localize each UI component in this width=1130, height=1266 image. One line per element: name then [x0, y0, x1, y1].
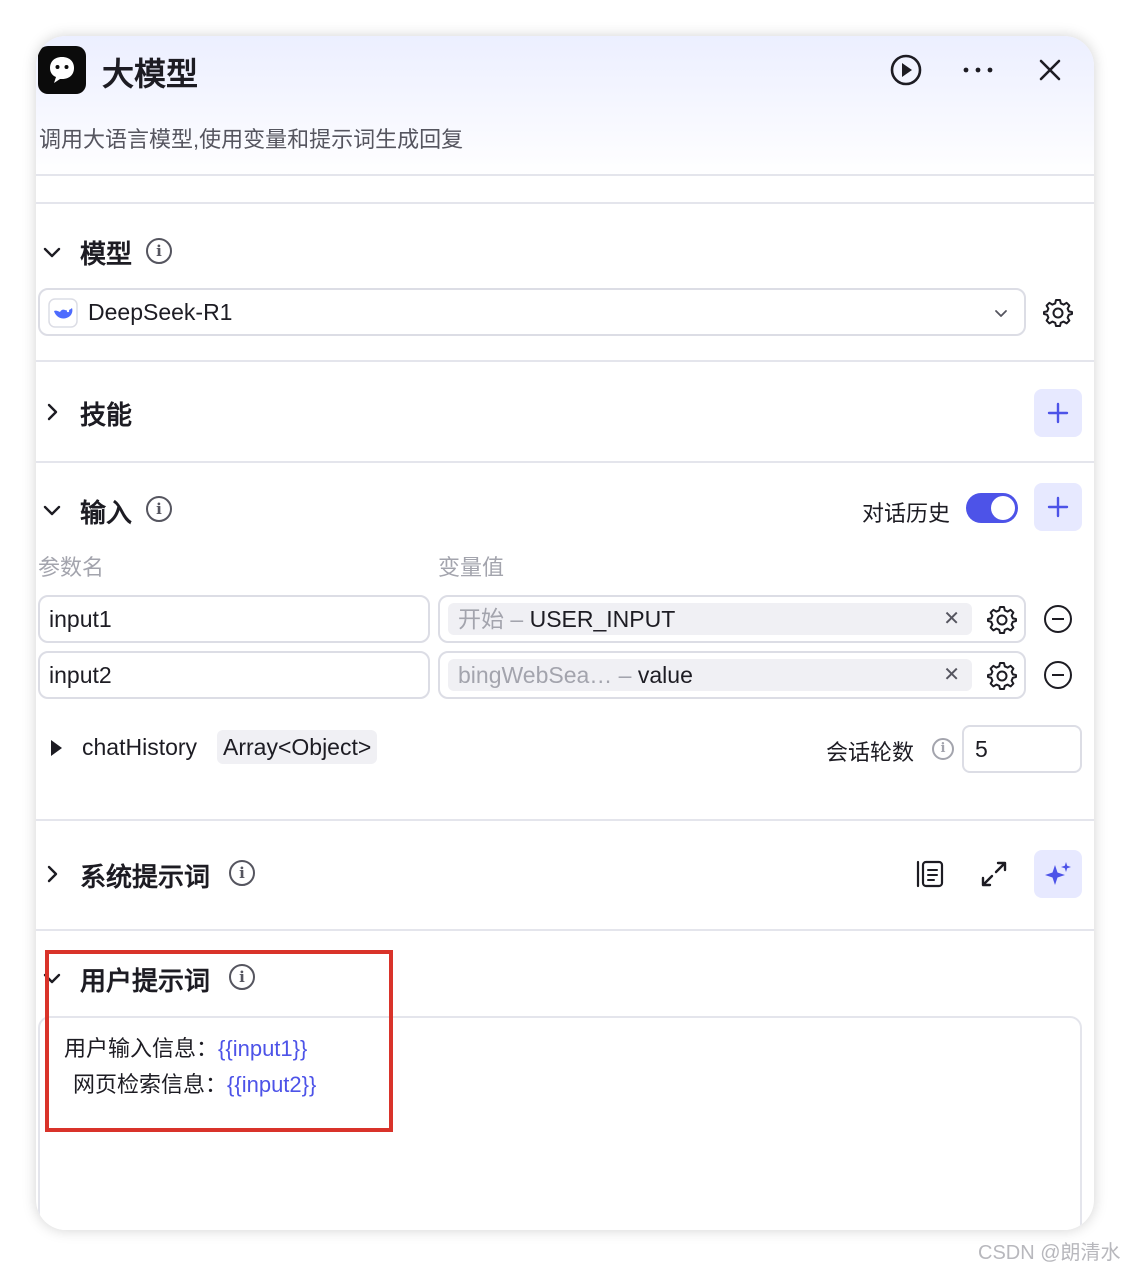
chat-history-param: chatHistory — [82, 734, 198, 760]
ai-optimize-button[interactable] — [1034, 850, 1082, 898]
deepseek-logo-icon — [48, 298, 78, 328]
divider — [36, 174, 1094, 176]
chat-history-type-badge: Array<Object> — [217, 730, 378, 764]
section-title-system-prompt: 系统提示词 — [80, 862, 211, 892]
prompt-library-icon[interactable] — [914, 858, 946, 890]
expand-icon[interactable] — [978, 858, 1010, 890]
variable-settings-gear-icon[interactable] — [987, 660, 1017, 690]
chevron-down-icon — [995, 310, 1007, 317]
info-icon[interactable]: i — [932, 738, 954, 760]
selected-model-label: DeepSeek-R1 — [88, 299, 233, 325]
variable-source: 开始 — [458, 606, 504, 632]
caret-right-icon[interactable] — [48, 738, 64, 758]
variable-settings-gear-icon[interactable] — [987, 604, 1017, 634]
divider — [36, 360, 1094, 362]
remove-input-button[interactable] — [1044, 661, 1072, 689]
variable-tag: 开始 – USER_INPUT ✕ — [448, 603, 972, 635]
llm-node-icon — [38, 46, 86, 94]
variable-value-field[interactable]: 开始 – USER_INPUT ✕ — [438, 595, 1026, 643]
divider — [36, 461, 1094, 463]
chevron-down-icon[interactable] — [40, 498, 64, 522]
chat-history-toggle-label: 对话历史 — [862, 501, 951, 526]
variable-name: value — [637, 662, 693, 688]
variable-tag: bingWebSea… – value ✕ — [448, 659, 972, 691]
param-name-input[interactable]: input1 — [38, 595, 430, 643]
chevron-right-icon[interactable] — [40, 862, 64, 886]
add-skill-button[interactable] — [1034, 389, 1082, 437]
info-icon[interactable]: i — [146, 496, 172, 522]
rounds-value: 5 — [975, 736, 988, 762]
plus-icon — [1047, 402, 1069, 424]
remove-input-button[interactable] — [1044, 605, 1072, 633]
plus-icon — [1047, 496, 1069, 518]
variable-name: USER_INPUT — [529, 606, 676, 632]
chevron-down-icon[interactable] — [40, 240, 64, 264]
variable-separator: – — [504, 606, 530, 632]
column-header-param-name: 参数名 — [38, 555, 105, 580]
clear-variable-icon[interactable]: ✕ — [943, 659, 960, 691]
section-title-skills: 技能 — [80, 400, 133, 430]
param-name-value: input2 — [49, 662, 112, 688]
variable-separator: – — [612, 662, 638, 688]
variable-value-field[interactable]: bingWebSea… – value ✕ — [438, 651, 1026, 699]
node-title: 大模型 — [102, 56, 199, 92]
node-description: 调用大语言模型,使用变量和提示词生成回复 — [39, 127, 464, 152]
variable-source: bingWebSea… — [458, 662, 613, 688]
play-icon — [890, 54, 922, 86]
clear-variable-icon[interactable]: ✕ — [943, 603, 960, 635]
param-name-input[interactable]: input2 — [38, 651, 430, 699]
divider — [36, 929, 1094, 931]
chat-history-toggle[interactable] — [966, 493, 1018, 523]
run-button[interactable] — [886, 50, 926, 90]
model-settings-gear-icon[interactable] — [1043, 297, 1073, 327]
more-icon — [963, 67, 993, 73]
close-icon — [1039, 59, 1061, 81]
rounds-input[interactable]: 5 — [962, 725, 1082, 773]
toggle-knob — [991, 496, 1015, 520]
column-header-variable-value: 变量值 — [438, 555, 505, 580]
close-button[interactable] — [1030, 50, 1070, 90]
more-button[interactable] — [958, 50, 998, 90]
rounds-label: 会话轮数 — [826, 740, 915, 765]
watermark: CSDN @朗清水 — [978, 1242, 1121, 1264]
divider — [36, 819, 1094, 821]
divider — [36, 202, 1094, 204]
add-input-button[interactable] — [1034, 483, 1082, 531]
annotation-highlight-box — [45, 950, 393, 1132]
sparkle-icon — [1045, 862, 1071, 885]
chevron-right-icon[interactable] — [40, 400, 64, 424]
section-title-model: 模型 — [80, 239, 133, 269]
param-name-value: input1 — [49, 606, 112, 632]
model-select[interactable]: DeepSeek-R1 — [38, 288, 1026, 336]
info-icon[interactable]: i — [146, 238, 172, 264]
section-title-input: 输入 — [80, 498, 133, 528]
info-icon[interactable]: i — [229, 860, 255, 886]
